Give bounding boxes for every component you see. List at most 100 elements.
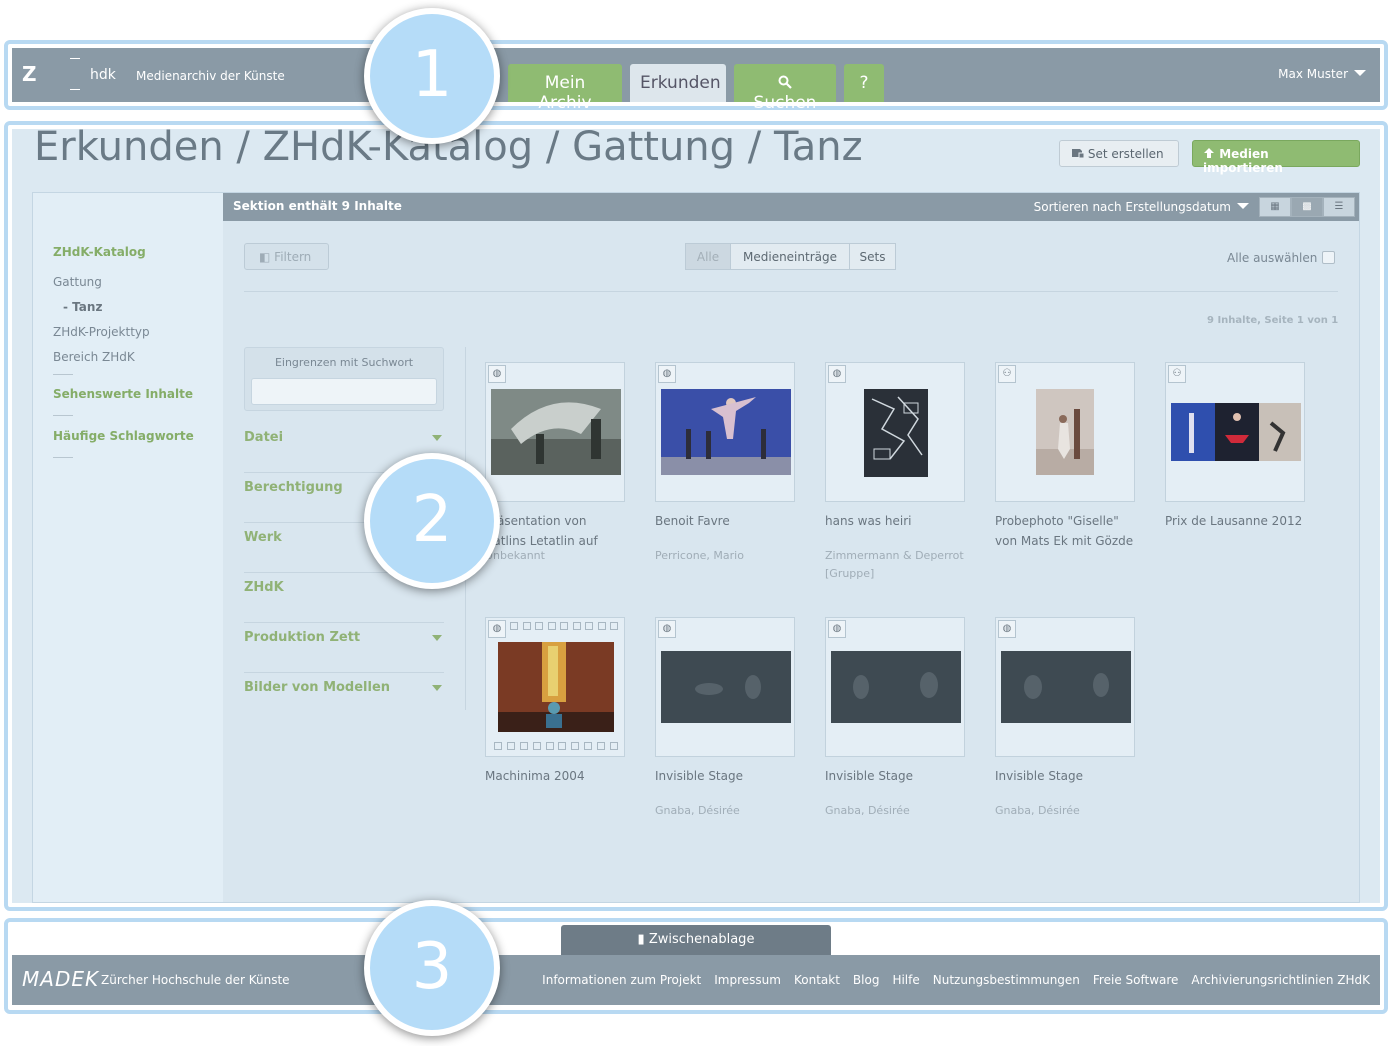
facet-label: Werk xyxy=(244,530,282,545)
card-title: Präsentation von xyxy=(485,514,587,528)
media-card[interactable]: ⚇ xyxy=(1165,362,1305,502)
footer-institution: Zürcher Hochschule der Künste xyxy=(101,973,290,987)
card-author: Gnaba, Désirée xyxy=(825,804,910,817)
footer-link-kontakt[interactable]: Kontakt xyxy=(794,973,840,987)
facet-produktion-zett[interactable]: Produktion Zett xyxy=(244,623,444,673)
card-author: Perricone, Mario xyxy=(655,549,744,562)
footer-link-nutzung[interactable]: Nutzungsbestimmungen xyxy=(933,973,1080,987)
sort-dropdown[interactable]: Sortieren nach Erstellungsdatum xyxy=(1034,200,1249,214)
tab-mein-archiv[interactable]: Mein Archiv xyxy=(508,64,622,113)
callout-marker-2: 2 xyxy=(364,453,500,589)
upload-arrow-icon xyxy=(1204,148,1214,158)
user-menu[interactable]: Max Muster xyxy=(1278,67,1366,81)
filter-button[interactable]: ◧ Filtern xyxy=(244,243,329,270)
filter-button-label: Filtern xyxy=(274,250,312,264)
group-icon: ⚇ xyxy=(998,365,1016,383)
footer-link-hilfe[interactable]: Hilfe xyxy=(892,973,919,987)
facet-label: Berechtigung xyxy=(244,480,343,495)
refine-search-input[interactable] xyxy=(251,378,437,405)
sidebar-divider xyxy=(53,374,73,375)
media-card[interactable]: ◍ xyxy=(485,362,625,502)
segment-all[interactable]: Alle xyxy=(685,243,731,270)
media-thumbnail xyxy=(491,389,621,475)
callout-marker-3: 3 xyxy=(364,900,500,1036)
footer-link-archiv[interactable]: Archivierungsrichtlinien ZHdK xyxy=(1191,973,1370,987)
media-thumbnail xyxy=(498,642,614,732)
facet-bilder-von-modellen[interactable]: Bilder von Modellen xyxy=(244,673,444,723)
madek-logo[interactable]: MADEK xyxy=(22,967,99,991)
media-thumbnail xyxy=(661,651,791,723)
filmstrip-bottom xyxy=(494,742,618,752)
card-author: Gnaba, Désirée xyxy=(995,804,1080,817)
grid-small-icon[interactable]: ▦ xyxy=(1259,197,1291,217)
chevron-down-icon xyxy=(432,685,442,691)
card-title: von Mats Ek mit Gözde xyxy=(995,534,1134,548)
segment-sets[interactable]: Sets xyxy=(849,243,896,270)
import-media-button[interactable]: Medien importieren xyxy=(1192,140,1360,175)
filter-panel-icon: ◧ xyxy=(259,250,271,264)
media-card[interactable]: ◍ xyxy=(485,617,625,757)
footer: MADEK Zürcher Hochschule der Künste Info… xyxy=(12,955,1380,1005)
tab-erkunden[interactable]: Erkunden xyxy=(630,64,726,102)
facet-label: ZHdK xyxy=(244,580,284,595)
pagination-info: 9 Inhalte, Seite 1 von 1 xyxy=(1207,315,1339,326)
media-thumbnail xyxy=(661,389,791,475)
media-thumbnail xyxy=(831,651,961,723)
create-set-button[interactable]: Set erstellen xyxy=(1059,140,1179,167)
logo-hdk[interactable]: hdk xyxy=(90,67,116,83)
tab-suchen[interactable]: Suchen xyxy=(734,64,836,113)
footer-link-info[interactable]: Informationen zum Projekt xyxy=(542,973,701,987)
media-card[interactable]: ◍ xyxy=(655,617,795,757)
globe-icon: ◍ xyxy=(658,620,676,638)
sidebar-item-tanz[interactable]: - Tanz xyxy=(63,300,102,314)
media-card[interactable]: ◍ xyxy=(655,362,795,502)
card-title: Prix de Lausanne 2012 xyxy=(1165,514,1303,528)
chevron-down-icon xyxy=(432,435,442,441)
globe-icon: ◍ xyxy=(488,365,506,383)
divider xyxy=(244,291,1338,292)
globe-icon: ◍ xyxy=(998,620,1016,638)
sidebar-item-projekttyp[interactable]: ZHdK-Projekttyp xyxy=(53,325,150,339)
tab-suchen-label: Suchen xyxy=(753,93,817,113)
globe-icon: ◍ xyxy=(828,365,846,383)
facet-label: Datei xyxy=(244,430,284,445)
media-card[interactable]: ◍ xyxy=(995,617,1135,757)
app-title[interactable]: Medienarchiv der Künste xyxy=(136,69,285,83)
globe-icon: ◍ xyxy=(488,620,506,638)
card-author: Zimmermann & Deperrot xyxy=(825,549,964,562)
media-card[interactable]: ◍ xyxy=(825,617,965,757)
media-thumbnail xyxy=(1171,403,1301,461)
footer-link-blog[interactable]: Blog xyxy=(853,973,880,987)
card-title: Machinima 2004 xyxy=(485,769,585,783)
footer-link-software[interactable]: Freie Software xyxy=(1093,973,1179,987)
select-all-checkbox[interactable] xyxy=(1322,251,1335,264)
user-name: Max Muster xyxy=(1278,67,1348,81)
media-thumbnail xyxy=(1001,651,1131,723)
facet-label: Produktion Zett xyxy=(244,630,361,645)
media-card[interactable]: ◍ xyxy=(825,362,965,502)
grid-large-icon[interactable]: ▩ xyxy=(1291,197,1323,217)
sidebar-item-sehenswerte[interactable]: Sehenswerte Inhalte xyxy=(53,387,193,401)
card-author: Gnaba, Désirée xyxy=(655,804,740,817)
card-author: Unbekannt xyxy=(485,549,545,562)
select-all-label[interactable]: Alle auswählen xyxy=(1227,251,1317,265)
import-media-label: Medien importieren xyxy=(1203,147,1283,175)
footer-link-impressum[interactable]: Impressum xyxy=(714,973,781,987)
tab-help[interactable]: ? xyxy=(844,64,884,102)
sidebar-item-bereich[interactable]: Bereich ZHdK xyxy=(53,350,135,364)
clipboard-tab[interactable]: ▮ Zwischenablage xyxy=(561,925,831,955)
sidebar-item-schlagworte[interactable]: Häufige Schlagworte xyxy=(53,429,194,443)
view-switcher: ▦ ▩ ☰ xyxy=(1259,197,1355,217)
search-icon xyxy=(778,75,792,89)
clipboard-icon: ▮ xyxy=(637,932,645,947)
logo-bars xyxy=(70,58,80,90)
list-icon[interactable]: ☰ xyxy=(1323,197,1355,217)
refine-search-box: Eingrenzen mit Suchwort xyxy=(244,347,444,411)
card-title: Invisible Stage xyxy=(995,769,1083,783)
sidebar-item-zhdk-katalog[interactable]: ZHdK-Katalog xyxy=(53,245,146,259)
logo-z[interactable]: Z xyxy=(22,62,37,86)
sidebar-item-gattung[interactable]: Gattung xyxy=(53,275,102,289)
create-set-label: Set erstellen xyxy=(1087,147,1164,161)
segment-media-entries[interactable]: Medieneinträge xyxy=(730,243,850,270)
media-card[interactable]: ⚇ xyxy=(995,362,1135,502)
